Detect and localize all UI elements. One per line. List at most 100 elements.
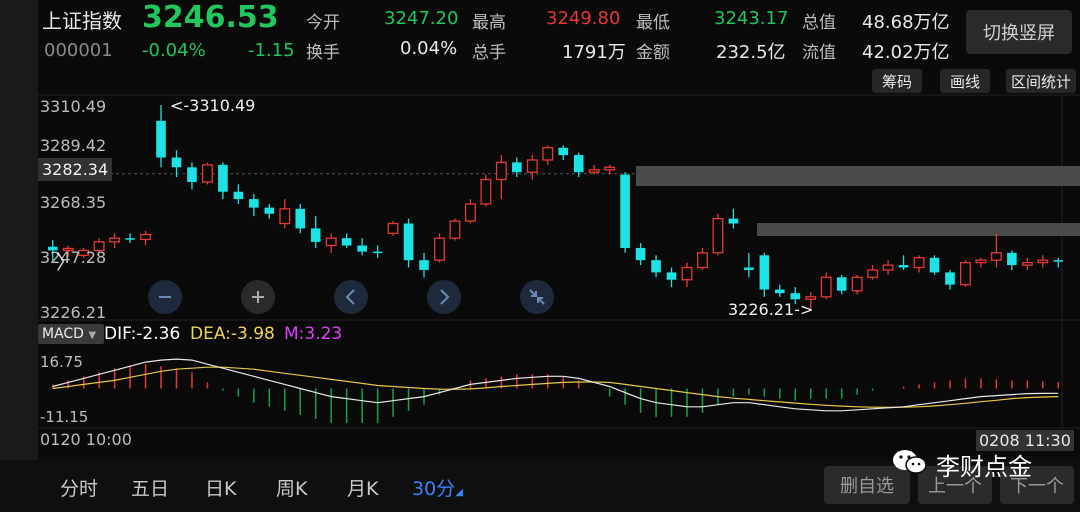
macd-bottom-label: -11.15	[40, 408, 89, 426]
candle-body	[449, 220, 461, 239]
tab-30min[interactable]: 30分◢	[412, 474, 463, 501]
move-right-button[interactable]	[427, 280, 461, 314]
caret-down-icon: ▼	[88, 330, 97, 341]
tab-weekly-k[interactable]: 周K	[276, 474, 307, 501]
candle-body	[495, 161, 507, 181]
tab-monthly-k[interactable]: 月K	[347, 474, 378, 501]
candle-body	[744, 267, 754, 270]
candle-body	[249, 199, 259, 208]
collapse-icon	[529, 289, 545, 305]
candle-body	[1037, 259, 1049, 264]
resistance-band	[757, 223, 1080, 236]
reset-view-button[interactable]	[520, 280, 554, 314]
candle-body	[836, 277, 847, 291]
tab-intraday[interactable]: 分时	[60, 474, 98, 501]
macd-top-label: 16.75	[40, 353, 83, 371]
dif-value: DIF:-2.36	[104, 324, 181, 344]
candle-body	[295, 208, 306, 229]
tab-daily-k[interactable]: 日K	[205, 474, 236, 501]
wechat-logo-icon	[890, 446, 930, 482]
candle-body	[604, 166, 616, 171]
candle-body	[666, 272, 677, 280]
y-tick-label: 3268.35	[40, 193, 107, 212]
expand-arrow-icon[interactable]: 〉	[56, 246, 76, 275]
time-start-label: 0120 10:00	[40, 430, 132, 449]
candle-body	[125, 238, 135, 240]
candle-body	[558, 147, 569, 156]
y-tick-label: 3310.49	[40, 97, 107, 116]
candle-body	[759, 255, 770, 290]
candle-body	[341, 238, 352, 246]
candle-body	[573, 155, 584, 173]
candle-body	[464, 203, 476, 222]
watermark-text: 李财点金	[936, 453, 1032, 481]
y-tick-label: 3226.21	[40, 303, 107, 322]
candle-body	[372, 251, 383, 254]
candle-body	[960, 261, 971, 286]
indicator-selector[interactable]: MACD ▼	[38, 324, 104, 344]
candle-body	[512, 162, 522, 173]
candle-body	[805, 296, 817, 300]
candle-body	[867, 269, 879, 278]
candle-body	[357, 245, 367, 252]
crosshair-price-label: 3282.34	[38, 158, 113, 181]
candle-body	[820, 276, 832, 298]
candle-body	[898, 265, 909, 268]
candle-body	[480, 178, 492, 205]
candle-body	[945, 272, 955, 285]
candle-body	[542, 147, 554, 161]
candle-body	[109, 237, 121, 243]
candle-body	[728, 218, 739, 224]
zoom-in-button[interactable]	[241, 280, 275, 314]
candle-body	[990, 252, 1002, 261]
resistance-band	[636, 166, 1080, 186]
candle-body	[851, 276, 863, 292]
dea-line	[52, 366, 1059, 409]
minus-icon	[159, 296, 171, 298]
low-marker-label: 3226.21->	[728, 300, 814, 319]
dropdown-corner-icon: ◢	[455, 487, 463, 498]
candle-body	[790, 293, 801, 300]
dea-value: DEA:-3.98	[190, 324, 275, 344]
candle-body	[264, 207, 275, 214]
chevron-right-icon	[440, 289, 450, 305]
candle-body	[310, 228, 321, 242]
candle-body	[156, 120, 166, 158]
candle-body	[681, 266, 693, 281]
candle-body	[201, 164, 213, 183]
candle-body	[620, 174, 630, 248]
high-marker-label: <-3310.49	[170, 96, 256, 115]
candle-body	[419, 260, 429, 270]
candle-body	[387, 222, 399, 234]
candle-body	[218, 164, 228, 192]
candle-body	[651, 260, 661, 273]
candle-body	[434, 237, 445, 261]
candle-body	[913, 257, 925, 269]
candle-body	[775, 289, 785, 294]
candle-body	[526, 159, 538, 173]
chevron-left-icon	[345, 289, 355, 305]
candle-body	[1053, 260, 1064, 262]
candle-body	[929, 257, 940, 273]
candle-body	[140, 233, 151, 241]
candle-body	[171, 157, 182, 168]
candle-body	[975, 259, 987, 264]
candle-body	[233, 191, 244, 200]
tab-five-day[interactable]: 五日	[131, 474, 169, 501]
plus-icon	[252, 291, 264, 303]
m-value: M:3.23	[284, 324, 343, 344]
y-tick-label: 3289.42	[40, 136, 107, 155]
candlestick-chart[interactable]	[0, 0, 1080, 512]
candle-body	[1021, 261, 1033, 266]
candle-body	[279, 208, 291, 225]
candle-body	[588, 169, 600, 173]
candle-body	[403, 223, 414, 261]
candle-body	[325, 237, 337, 247]
move-left-button[interactable]	[334, 280, 368, 314]
indicator-name: MACD	[42, 326, 84, 342]
candle-body	[187, 167, 197, 182]
candle-body	[1007, 252, 1017, 266]
candle-body	[712, 217, 724, 254]
candle-body	[882, 264, 894, 271]
zoom-out-button[interactable]	[148, 280, 182, 314]
